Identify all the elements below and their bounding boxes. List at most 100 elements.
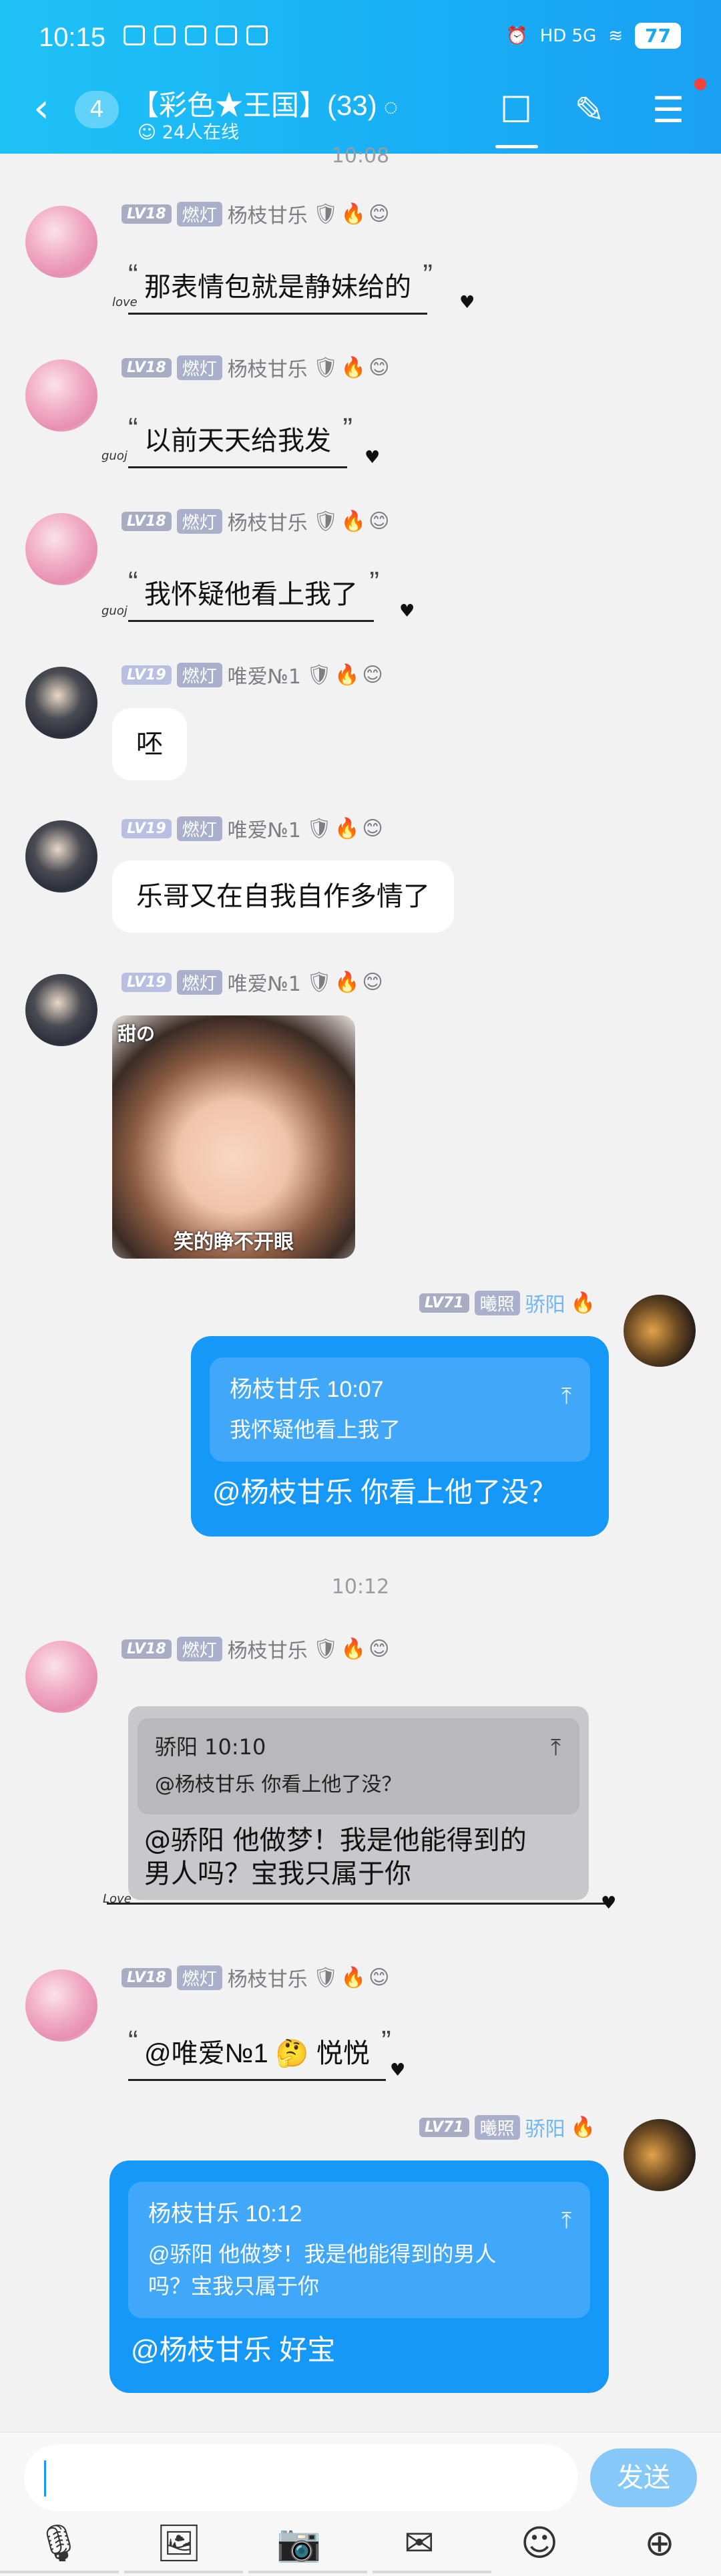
quote-line: 吗？宝我只属于你 <box>148 2274 320 2298</box>
sender-meta: LV18 燃灯 杨枝甘乐 🛡🔥😊 <box>122 354 392 381</box>
flame-badge-icon: 🔥 <box>570 2115 599 2139</box>
reply-text: @杨枝甘乐 你看上他了没？ <box>212 1476 557 1508</box>
avatar[interactable] <box>25 359 97 432</box>
level-badge: LV18 <box>122 1967 172 1987</box>
message-bubble[interactable]: 以前天天给我发 <box>128 410 352 468</box>
avatar[interactable] <box>25 1641 97 1713</box>
toolbar-divider <box>124 2571 243 2573</box>
avatar[interactable] <box>25 820 97 893</box>
avatar[interactable] <box>25 974 97 1046</box>
level-badge: LV19 <box>122 818 172 838</box>
plus-icon[interactable]: ⊕ <box>636 2519 684 2567</box>
sender-name[interactable]: 唯爱№1 <box>228 814 301 843</box>
app-notification-icon <box>216 25 237 45</box>
send-button[interactable]: 发送 <box>590 2448 697 2507</box>
heart-icon: ♥ <box>365 448 381 468</box>
reply-text: @杨枝甘乐 好宝 <box>131 2334 336 2366</box>
microphone-icon[interactable]: 🎙 <box>35 2519 83 2567</box>
level-badge: LV71 <box>419 2117 469 2137</box>
message-bubble[interactable]: 我怀疑他看上我了 <box>128 564 379 622</box>
chat-bubble-icon[interactable]: ☐ <box>494 88 538 148</box>
edit-note-icon[interactable]: ✎ <box>567 88 612 132</box>
jump-to-top-icon[interactable]: ⤒ <box>551 1734 561 1761</box>
back-chevron-icon[interactable]: ‹ <box>33 88 49 128</box>
quote-line: @骄阳 他做梦！我是他能得到的男人 <box>148 2242 497 2266</box>
honor-badges-icon: 🛡🔥😊 <box>312 202 393 226</box>
unread-count-badge[interactable]: 4 <box>75 91 119 128</box>
notification-icons <box>124 25 268 45</box>
quoted-message[interactable]: 杨枝甘乐 10:07 我怀疑他看上我了 ⤒ <box>210 1357 590 1462</box>
sender-meta: LV18 燃灯 杨枝甘乐 🛡🔥😊 <box>122 199 393 228</box>
bubble-decoration: guoj <box>101 604 128 618</box>
sender-meta: LV18 燃灯 杨枝甘乐 🛡🔥😊 <box>122 1964 392 1991</box>
chat-navbar: ‹ 4 【彩色★王国】(33) ◌ ☺ 24人在线 ☐ ✎ ☰ <box>0 73 721 154</box>
sender-name[interactable]: 骄阳 <box>525 1288 565 1317</box>
red-packet-icon[interactable]: ✉ <box>395 2519 443 2567</box>
title-badge: 燃灯 <box>176 816 222 841</box>
toolbar-divider <box>0 2571 119 2573</box>
image-icon[interactable]: 🖼 <box>155 2519 203 2567</box>
sender-meta: LV19 燃灯 唯爱№1 🛡🔥😊 <box>122 967 386 997</box>
mention[interactable]: @唯爱№1 <box>144 2039 268 2068</box>
sticker-caption-bottom: 笑的睁不开眼 <box>174 1231 294 1254</box>
avatar[interactable] <box>25 1969 97 2042</box>
message-bubble[interactable]: 杨枝甘乐 10:12 @骄阳 他做梦！我是他能得到的男人 吗？宝我只属于你 ⤒ … <box>109 2160 609 2393</box>
sender-name[interactable]: 唯爱№1 <box>228 660 301 689</box>
quote-header: 杨枝甘乐 10:07 <box>230 1377 384 1402</box>
alarm-icon: ⏰ <box>506 25 528 46</box>
system-status: ⏰ HD 5G ≋ 77 <box>506 23 681 49</box>
sender-name[interactable]: 杨枝甘乐 <box>228 199 308 228</box>
sender-name[interactable]: 骄阳 <box>525 2112 565 2142</box>
sender-name[interactable]: 杨枝甘乐 <box>228 1634 308 1663</box>
jump-to-top-icon[interactable]: ⤒ <box>561 2202 571 2239</box>
camera-icon[interactable]: 📷 <box>275 2519 323 2567</box>
text-caret <box>44 2460 46 2497</box>
honor-badges-icon: 🛡🔥😊 <box>306 970 386 994</box>
level-badge: LV18 <box>122 1639 172 1659</box>
notification-dot <box>694 78 706 90</box>
message-bubble[interactable]: 那表情包就是静妹给的 <box>128 257 433 315</box>
app-notification-icon <box>185 25 206 45</box>
flame-badge-icon: 🔥 <box>570 1291 599 1315</box>
avatar[interactable] <box>25 206 97 278</box>
sticker-image[interactable]: 甜の 笑的睁不开眼 <box>112 1015 355 1259</box>
online-count: ☺ 24人在线 <box>138 122 240 143</box>
jump-to-top-icon[interactable]: ⤒ <box>561 1378 571 1415</box>
message-bubble[interactable]: 乐哥又在自我自作多情了 <box>112 860 454 933</box>
heart-icon: ♥ <box>601 1893 617 1913</box>
heart-icon: ♥ <box>399 601 415 621</box>
quoted-message[interactable]: 杨枝甘乐 10:12 @骄阳 他做梦！我是他能得到的男人 吗？宝我只属于你 ⤒ <box>128 2182 590 2318</box>
sender-name[interactable]: 杨枝甘乐 <box>228 1963 308 1992</box>
quoted-message[interactable]: 骄阳 10:10 @杨枝甘乐 你看上他了没？ ⤒ <box>138 1718 579 1814</box>
sender-name[interactable]: 杨枝甘乐 <box>228 506 308 536</box>
avatar[interactable] <box>624 1295 696 1367</box>
avatar[interactable] <box>624 2119 696 2191</box>
avatar[interactable] <box>25 667 97 739</box>
time-divider: 10:08 <box>331 144 390 168</box>
message-input[interactable] <box>24 2444 578 2511</box>
avatar[interactable] <box>25 513 97 585</box>
sender-meta: LV18 燃灯 杨枝甘乐 🛡🔥😊 <box>122 1634 393 1663</box>
reply-line: @骄阳 他做梦！我是他能得到的 <box>144 1825 527 1856</box>
message-bubble[interactable]: 杨枝甘乐 10:07 我怀疑他看上我了 ⤒ @杨枝甘乐 你看上他了没？ <box>191 1336 609 1537</box>
level-badge: LV71 <box>419 1293 469 1313</box>
sender-name[interactable]: 杨枝甘乐 <box>228 353 308 382</box>
sender-name[interactable]: 唯爱№1 <box>228 967 301 997</box>
toolbar-divider <box>248 2571 367 2573</box>
menu-icon[interactable]: ☰ <box>646 88 690 132</box>
title-badge: 燃灯 <box>176 355 222 380</box>
honor-badges-icon: 🛡🔥😊 <box>312 1637 393 1661</box>
sender-meta: LV18 燃灯 杨枝甘乐 🛡🔥😊 <box>122 506 392 536</box>
app-notification-icon <box>124 25 145 45</box>
title-badge: 曦照 <box>474 2114 520 2140</box>
message-bubble[interactable]: 呸 <box>112 708 187 780</box>
honor-badges-icon: 🛡🔥😊 <box>312 1965 393 1989</box>
emoji-icon[interactable]: ☺ <box>515 2519 563 2567</box>
level-badge: LV19 <box>122 665 172 685</box>
message-bubble[interactable]: 骄阳 10:10 @杨枝甘乐 你看上他了没？ ⤒ @骄阳 他做梦！我是他能得到的… <box>128 1706 589 1900</box>
toolbar-divider <box>373 2571 491 2573</box>
message-bubble[interactable]: @唯爱№1 🤔 悦悦 <box>128 2023 391 2081</box>
level-badge: LV18 <box>122 204 172 224</box>
reply-text: @骄阳 他做梦！我是他能得到的 男人吗？宝我只属于你 <box>138 1824 579 1891</box>
thinking-emoji-icon: 🤔 <box>275 2039 309 2068</box>
